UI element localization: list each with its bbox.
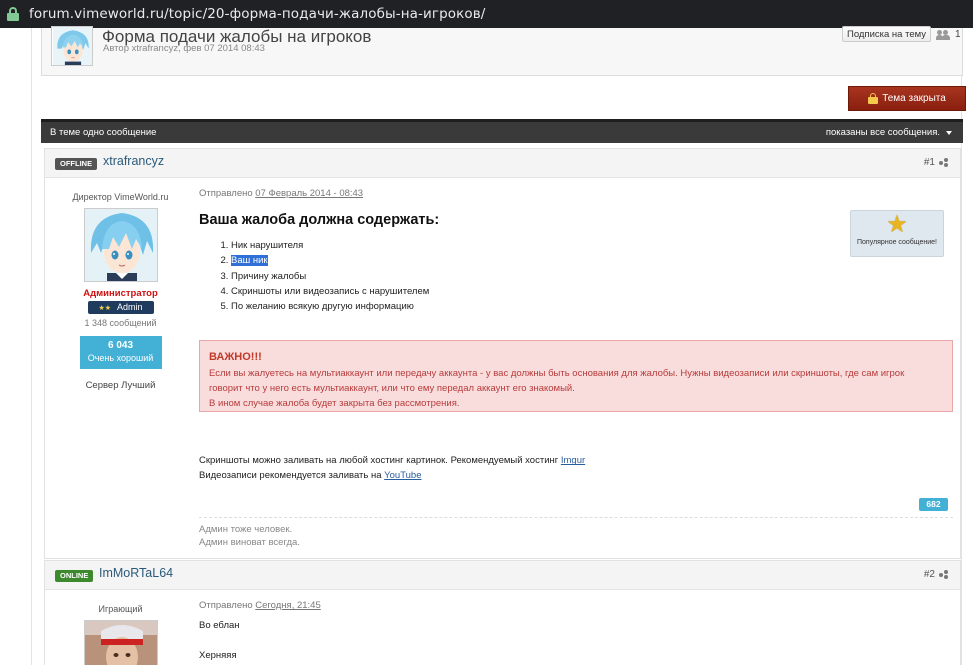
avatar[interactable] <box>83 208 158 282</box>
lock-icon <box>7 7 19 21</box>
posted-date: Отправлено Сегодня, 21:45 <box>199 600 953 611</box>
posted-date-value: Сегодня, 21:45 <box>255 600 321 611</box>
topic-header: Форма подачи жалобы на игроков Автор xtr… <box>41 26 963 76</box>
post-reputation-count[interactable]: 682 <box>919 498 948 511</box>
user-role: Администратор <box>83 288 158 299</box>
subscribe-button[interactable]: Подписка на тему <box>842 26 931 42</box>
author-title: Играющий <box>98 604 143 614</box>
post-author-panel: Играющий <box>45 590 196 665</box>
post-2: ONLINE ImMoRTaL64 #2 Играющий Отправлено <box>44 560 961 665</box>
post-1: OFFLINE xtrafrancyz #1 Директор VimeWorl… <box>44 148 961 559</box>
message-count: 1 348 сообщений <box>84 318 157 328</box>
topic-locked-label: Тема закрыта <box>882 93 946 104</box>
signature-divider <box>199 517 953 518</box>
show-all-posts-label: показаны все сообщения. <box>825 127 940 138</box>
reputation-label: Очень хороший <box>87 353 154 363</box>
topic-author-avatar[interactable] <box>51 26 93 66</box>
rank-badge: ★★ Admin <box>87 301 154 314</box>
page-border-left <box>31 28 32 665</box>
post-author-panel: Директор VimeWorld.ru Администратор ★★ Ad… <box>45 178 196 391</box>
avatar[interactable] <box>83 620 158 665</box>
status-badge: OFFLINE <box>55 158 98 170</box>
topic-meta: Автор xtrafrancyz, фев 07 2014 08:43 <box>103 43 265 54</box>
post-author-name[interactable]: xtrafrancyz <box>103 154 164 168</box>
star-icon: ★★ <box>98 305 112 312</box>
reputation-value: 6 043 <box>107 340 134 351</box>
people-icon <box>936 29 951 40</box>
topic-locked-button[interactable]: Тема закрыта <box>848 86 966 111</box>
browser-url-bar[interactable]: forum.vimeworld.ru/topic/20-форма-подачи… <box>0 0 973 28</box>
padlock-icon <box>868 93 879 104</box>
post-2-content: Отправлено Сегодня, 21:45 Во еблан Херня… <box>199 590 953 663</box>
posts-filter-bar: В теме одно сообщение показаны все сообщ… <box>41 119 963 143</box>
post-number[interactable]: #2 <box>924 569 948 580</box>
status-badge: ONLINE <box>55 570 94 582</box>
post-2-header: ONLINE ImMoRTaL64 #2 <box>45 561 960 590</box>
post-text-line: Херняяя <box>199 650 237 661</box>
followers-count[interactable]: 1 <box>936 29 961 40</box>
signature-line: Админ виноват всегда. <box>199 536 300 548</box>
rank-label: Admin <box>117 302 143 312</box>
show-all-posts-dropdown[interactable]: показаны все сообщения. <box>826 127 952 138</box>
caret-down-icon <box>946 131 952 135</box>
reputation-box: 6 043 Очень хороший <box>79 336 162 369</box>
followers-number: 1 <box>955 29 961 40</box>
post-number-label: #2 <box>923 569 935 580</box>
server-rank: Сервер Лучший <box>85 380 156 391</box>
post-author-name[interactable]: ImMoRTaL64 <box>99 566 173 580</box>
signature: Админ тоже человек. Админ виноват всегда… <box>199 524 300 549</box>
share-icon[interactable] <box>939 570 948 579</box>
post-count-text: В теме одно сообщение <box>50 127 157 138</box>
signature-line: Админ тоже человек. <box>199 524 293 535</box>
post-1-footer: 682 Админ тоже человек. Админ виноват вс… <box>199 149 953 560</box>
posted-prefix: Отправлено <box>199 600 253 611</box>
author-title: Директор VimeWorld.ru <box>72 192 169 202</box>
url-text[interactable]: forum.vimeworld.ru/topic/20-форма-подачи… <box>29 6 485 22</box>
post-text-line: Во еблан <box>199 620 240 631</box>
